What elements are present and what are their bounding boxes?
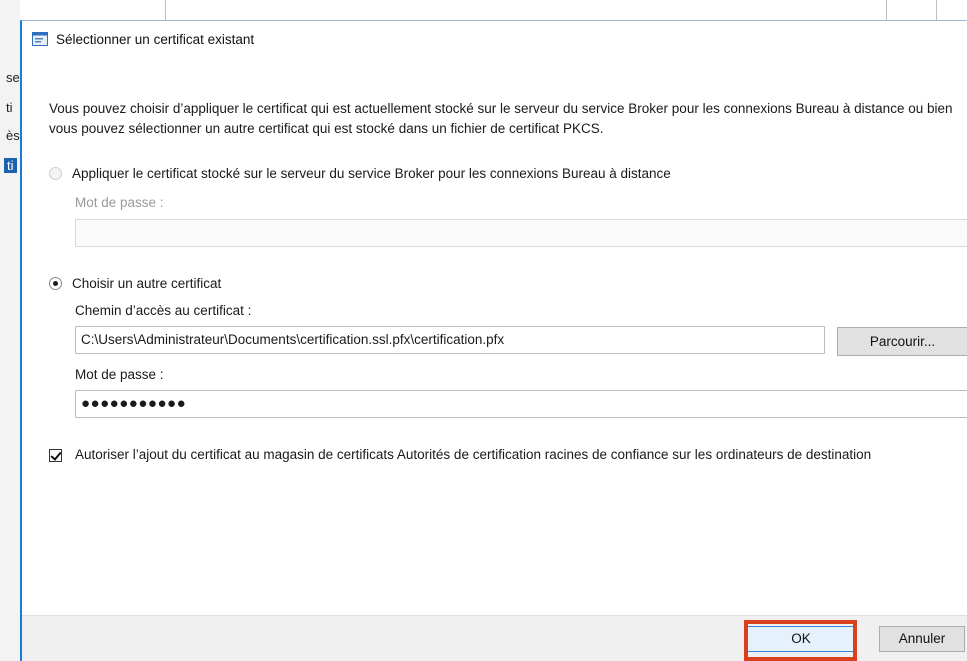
radio-label: Appliquer le certificat stocké sur le se… <box>72 166 671 181</box>
background-text: se <box>6 70 20 85</box>
checkmark-icon <box>50 449 62 461</box>
background-selected-item: ti <box>4 158 17 173</box>
certificate-path-label: Chemin d’accès au certificat : <box>75 303 252 318</box>
background-window: se ti ès ti <box>0 0 20 661</box>
ok-highlight-box <box>744 620 857 661</box>
certificate-path-field[interactable]: C:\Users\Administrateur\Documents\certif… <box>75 326 825 354</box>
background-text: ès <box>6 128 20 143</box>
trust-checkbox-label: Autoriser l’ajout du certificat au magas… <box>75 447 872 462</box>
radio-button-checked[interactable] <box>49 277 62 290</box>
background-window-top <box>20 0 967 20</box>
certificate-password-label: Mot de passe : <box>75 367 164 382</box>
cancel-button[interactable]: Annuler <box>879 626 965 652</box>
intro-text: Vous pouvez choisir d’appliquer le certi… <box>49 101 953 136</box>
broker-password-label: Mot de passe : <box>75 195 164 210</box>
browse-button[interactable]: Parcourir... <box>837 327 967 356</box>
radio-broker-certificate[interactable]: Appliquer le certificat stocké sur le se… <box>49 166 671 181</box>
certificate-password-field[interactable]: ●●●●●●●●●●● <box>75 390 967 418</box>
radio-other-certificate[interactable]: Choisir un autre certificat <box>49 276 221 291</box>
broker-password-field[interactable] <box>75 219 967 247</box>
trust-checkbox[interactable] <box>49 449 62 462</box>
background-text: ti <box>6 100 13 115</box>
radio-button[interactable] <box>49 167 62 180</box>
title-bar: Sélectionner un certificat existant <box>22 21 967 57</box>
certificate-dialog: Sélectionner un certificat existant Vous… <box>20 20 967 661</box>
certificate-window-icon <box>32 32 48 46</box>
dialog-title: Sélectionner un certificat existant <box>56 32 255 47</box>
radio-label: Choisir un autre certificat <box>72 276 222 291</box>
